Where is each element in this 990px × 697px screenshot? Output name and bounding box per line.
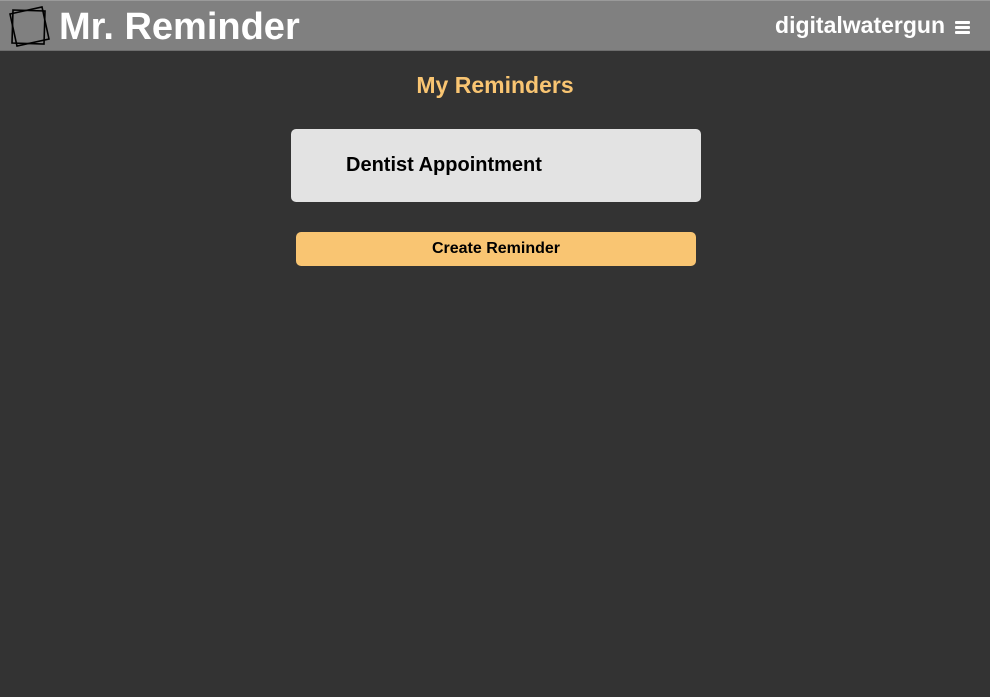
app-header: Mr. Reminder digitalwatergun bbox=[0, 0, 990, 51]
menu-bar bbox=[955, 31, 970, 34]
hamburger-menu-icon[interactable] bbox=[955, 21, 970, 35]
menu-bar bbox=[955, 26, 970, 29]
reminder-title: Dentist Appointment bbox=[346, 154, 542, 176]
page-title: My Reminders bbox=[416, 72, 574, 98]
app-brand[interactable]: Mr. Reminder bbox=[59, 5, 300, 49]
reminder-card[interactable]: Dentist Appointment bbox=[291, 129, 701, 202]
create-reminder-button[interactable]: Create Reminder bbox=[296, 232, 696, 266]
menu-bar bbox=[955, 21, 970, 24]
sticky-note-icon[interactable] bbox=[7, 5, 51, 47]
username-label[interactable]: digitalwatergun bbox=[775, 11, 945, 39]
